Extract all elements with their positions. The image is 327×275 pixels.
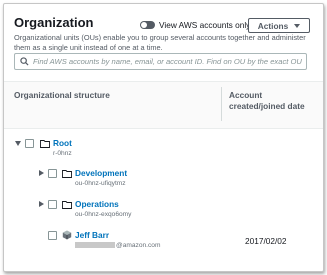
ou-name[interactable]: Development xyxy=(75,168,127,178)
account-created-date: 2017/02/02 xyxy=(245,236,287,246)
account-checkbox[interactable] xyxy=(48,231,57,240)
toggle-label: View AWS accounts only xyxy=(159,20,251,30)
root-checkbox[interactable] xyxy=(25,139,34,148)
caret-down-icon xyxy=(294,23,301,28)
page-description: Organizational units (OUs) enable you to… xyxy=(14,33,306,52)
development-checkbox[interactable] xyxy=(48,169,57,178)
account-name[interactable]: Jeff Barr xyxy=(75,230,109,240)
ou-name[interactable]: Operations xyxy=(75,199,119,209)
column-header-created: Account created/joined date xyxy=(229,90,305,111)
column-divider xyxy=(221,87,222,121)
column-header-structure: Organizational structure xyxy=(14,90,110,100)
folder-icon xyxy=(62,170,72,178)
actions-button[interactable]: Actions xyxy=(248,18,310,33)
tree-row-root[interactable]: Root r-0hnz xyxy=(4,135,323,165)
expand-caret-icon[interactable] xyxy=(15,141,21,146)
organization-panel: Organization View AWS accounts only Acti… xyxy=(3,3,324,272)
tree-row-operations[interactable]: Operations ou-0hnz-exqo6omy xyxy=(4,196,323,226)
redacted-block xyxy=(75,242,115,248)
page-title: Organization xyxy=(14,15,94,30)
account-email-domain: @amazon.com xyxy=(116,242,161,249)
ou-id: ou-0hnz-ufiqytmz xyxy=(75,180,126,187)
table-header: Organizational structure Account created… xyxy=(4,81,323,129)
actions-label: Actions xyxy=(257,20,289,31)
tree-row-account[interactable]: Jeff Barr @amazon.com 2017/02/02 xyxy=(4,227,323,257)
toggle-knob xyxy=(141,22,147,28)
root-id: r-0hnz xyxy=(53,150,72,157)
tree-row-development[interactable]: Development ou-0hnz-ufiqytmz xyxy=(4,165,323,195)
ou-id: ou-0hnz-exqo6omy xyxy=(75,211,132,218)
expand-caret-icon[interactable] xyxy=(39,201,44,207)
account-cube-icon xyxy=(62,230,72,240)
folder-icon xyxy=(62,201,72,209)
root-name[interactable]: Root xyxy=(53,138,72,148)
view-accounts-toggle[interactable]: View AWS accounts only xyxy=(140,19,250,31)
expand-caret-icon[interactable] xyxy=(39,170,44,176)
search-input[interactable] xyxy=(33,57,303,66)
search-box[interactable] xyxy=(14,53,307,70)
operations-checkbox[interactable] xyxy=(48,200,57,209)
folder-icon xyxy=(40,140,50,148)
search-icon xyxy=(20,57,29,66)
account-email: @amazon.com xyxy=(75,242,160,249)
toggle-switch[interactable] xyxy=(140,21,155,29)
